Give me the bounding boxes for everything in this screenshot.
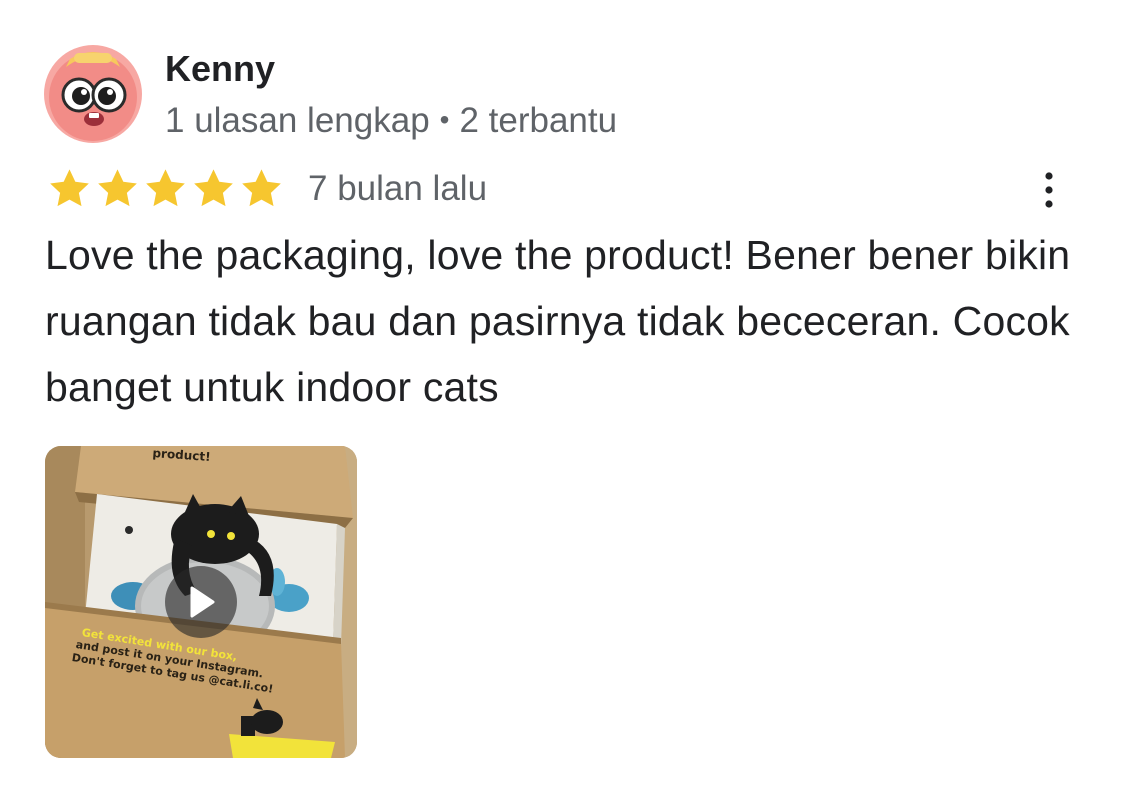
star-icon [194, 169, 233, 207]
review-video-thumbnail[interactable]: product! Get excited with our box, and p… [45, 446, 357, 758]
star-icon [98, 169, 137, 207]
reviewer-name[interactable]: Kenny [165, 47, 275, 91]
play-icon [190, 586, 215, 618]
review-text: Love the packaging, love the product! Be… [45, 232, 1071, 410]
reviewer-meta: 1 ulasan lengkap • 2 terbantu [165, 98, 617, 143]
star-icon [242, 169, 281, 207]
play-button[interactable] [165, 566, 237, 638]
avatar[interactable] [44, 45, 142, 143]
more-vert-icon [1045, 172, 1053, 208]
helpful-count: 2 terbantu [459, 101, 618, 140]
reviews-count: 1 ulasan lengkap [165, 101, 430, 140]
meta-separator: • [439, 104, 450, 135]
star-rating [47, 166, 284, 211]
avatar-image [44, 45, 142, 143]
star-icon [50, 169, 89, 207]
review-card: Kenny 1 ulasan lengkap • 2 terbantu 7 bula… [0, 0, 1122, 800]
star-icon [146, 169, 185, 207]
more-options-button[interactable] [1026, 166, 1072, 214]
review-date: 7 bulan lalu [308, 169, 488, 208]
